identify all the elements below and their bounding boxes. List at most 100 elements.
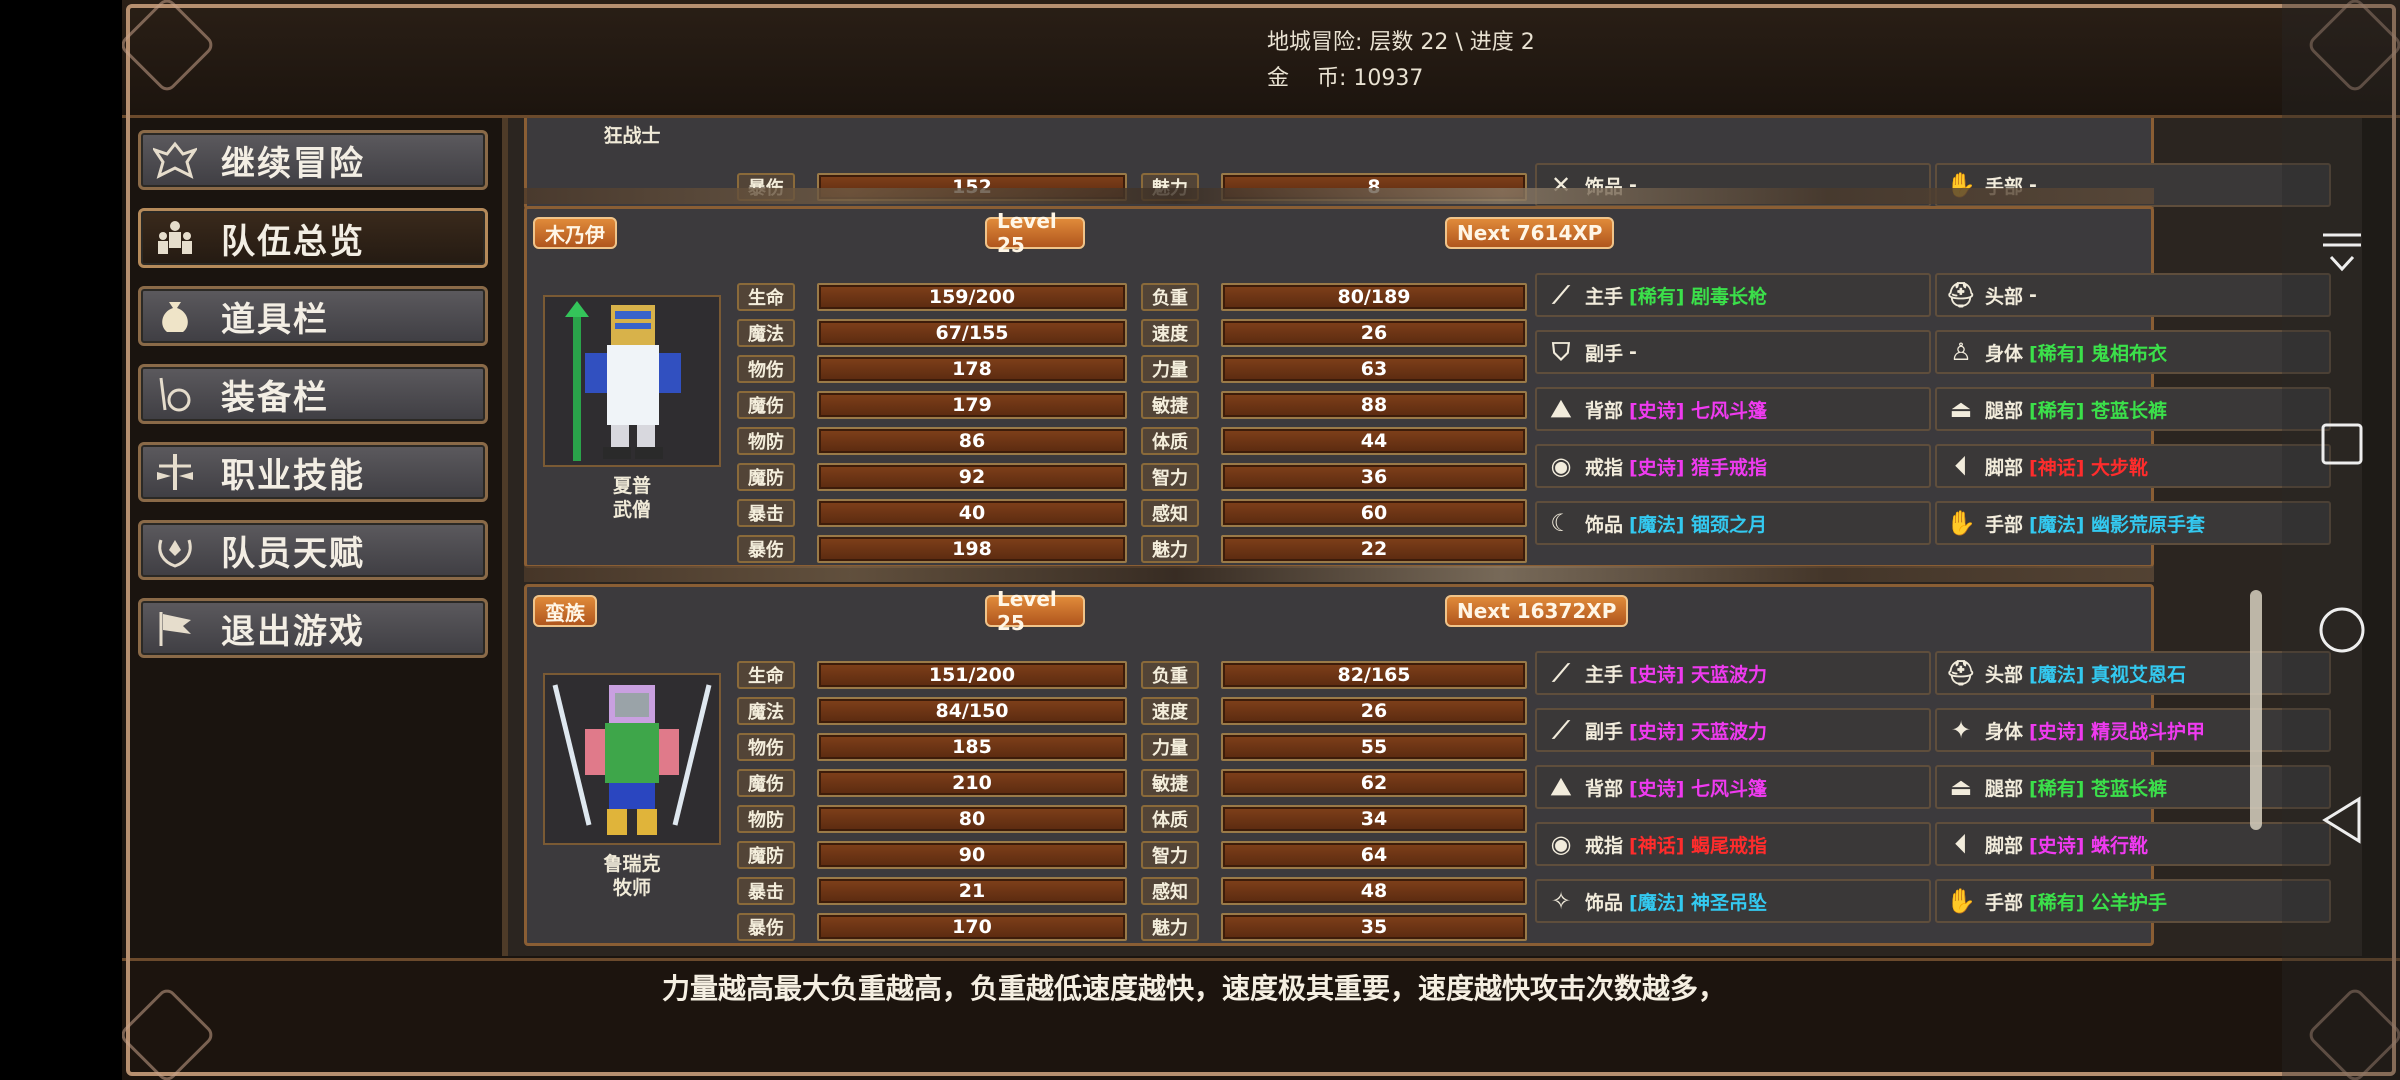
equip-slot-ring[interactable]: ◉ 戒指 [神话] 蝎尾戒指 bbox=[1535, 822, 1931, 866]
home-icon[interactable] bbox=[2312, 600, 2372, 660]
laurel-icon bbox=[147, 527, 203, 573]
next-xp-badge: Next 16372XP bbox=[1445, 595, 1629, 627]
equip-slot-feet[interactable]: ⏴ 脚部 [神话] 大步靴 bbox=[1935, 444, 2331, 488]
stat-value: 60 bbox=[1221, 499, 1527, 527]
menu-continue-adventure[interactable]: 继续冒险 bbox=[138, 130, 488, 190]
equip-slot-ring[interactable]: ◉ 戒指 [史诗] 猎手戒指 bbox=[1535, 444, 1931, 488]
stat-label: 智力 bbox=[1141, 841, 1199, 869]
stat-label: 魅力 bbox=[1141, 913, 1199, 941]
stat-label: 速度 bbox=[1141, 319, 1199, 347]
equip-slot-accessory[interactable]: ☾ 饰品 [魔法] 锢颈之月 bbox=[1535, 501, 1931, 545]
equip-slot-label: 主手 bbox=[1585, 285, 1624, 308]
equip-slot-label: 饰品 bbox=[1585, 513, 1624, 536]
equip-slot-label: 戒指 bbox=[1585, 456, 1624, 479]
menu-class-skills[interactable]: 职业技能 bbox=[138, 442, 488, 502]
stat-value: 84/150 bbox=[817, 697, 1127, 725]
spear-icon: ⟋ bbox=[1552, 281, 1570, 309]
character-portrait[interactable] bbox=[543, 295, 721, 467]
stat-label: 负重 bbox=[1141, 661, 1199, 689]
ring-icon: ◉ bbox=[1550, 452, 1572, 480]
stat-value: 63 bbox=[1221, 355, 1527, 383]
stat-value: 55 bbox=[1221, 733, 1527, 761]
menu-inventory[interactable]: 道具栏 bbox=[138, 286, 488, 346]
equip-slot-legs[interactable]: ⏏ 腿部 [稀有] 苍蓝长裤 bbox=[1935, 765, 2331, 809]
equip-slot-body[interactable]: ♙ 身体 [稀有] 鬼相布衣 bbox=[1935, 330, 2331, 374]
gameplay-tip: 力量越高最大负重越高，负重越低速度越快，速度极其重要，速度越快攻击次数越多， bbox=[662, 972, 1727, 1005]
back-icon[interactable] bbox=[2312, 790, 2372, 850]
equip-slot-back[interactable]: ⛰ 背部 [史诗] 七风斗篷 bbox=[1535, 387, 1931, 431]
divider bbox=[524, 566, 2154, 582]
character-class: 牧师 bbox=[612, 877, 651, 899]
equip-item: [史诗] 蛛行靴 bbox=[2029, 834, 2148, 857]
equip-slot-hands[interactable]: ✋ 手部 [稀有] 公羊护手 bbox=[1935, 879, 2331, 923]
stat-value: 92 bbox=[817, 463, 1127, 491]
stat-label: 力量 bbox=[1141, 355, 1199, 383]
pendant-icon: ✧ bbox=[1550, 887, 1572, 915]
stat-label: 魔伤 bbox=[737, 769, 795, 797]
equip-slot-off-hand[interactable]: ⛉ 副手 - bbox=[1535, 330, 1931, 374]
main-menu: 继续冒险 队伍总览 道具栏 装备栏 职业技能 队员天赋 退出游戏 bbox=[138, 130, 488, 676]
menu-party-overview[interactable]: 队伍总览 bbox=[138, 208, 488, 268]
notification-shade-icon[interactable] bbox=[2312, 224, 2372, 284]
equip-item: [史诗] 精灵战斗护甲 bbox=[2029, 720, 2205, 743]
stat-value: 35 bbox=[1221, 913, 1527, 941]
stat-value: 44 bbox=[1221, 427, 1527, 455]
equip-slot-main-hand[interactable]: ⟋ 主手 [稀有] 剧毒长枪 bbox=[1535, 273, 1931, 317]
next-xp-badge: Next 7614XP bbox=[1445, 217, 1615, 249]
stat-label: 感知 bbox=[1141, 877, 1199, 905]
equip-slot-body[interactable]: ✦ 身体 [史诗] 精灵战斗护甲 bbox=[1935, 708, 2331, 752]
stat-value: 34 bbox=[1221, 805, 1527, 833]
stat-value: 88 bbox=[1221, 391, 1527, 419]
character-class: 狂战士 bbox=[603, 125, 661, 147]
stat-value: 170 bbox=[817, 913, 1127, 941]
gold-counter: 金 币: 10937 bbox=[1267, 66, 1424, 91]
stat-label: 物防 bbox=[737, 805, 795, 833]
stat-value: 159/200 bbox=[817, 283, 1127, 311]
equip-slot-hands[interactable]: ✋ 手部 [魔法] 幽影荒原手套 bbox=[1935, 501, 2331, 545]
cloak-icon: ⛰ bbox=[1550, 773, 1572, 801]
equip-slot-legs[interactable]: ⏏ 腿部 [稀有] 苍蓝长裤 bbox=[1935, 387, 2331, 431]
menu-member-talents[interactable]: 队员天赋 bbox=[138, 520, 488, 580]
equip-slot-back[interactable]: ⛰ 背部 [史诗] 七风斗篷 bbox=[1535, 765, 1931, 809]
equip-slot-label: 手部 bbox=[1985, 891, 2024, 914]
equip-item: [神话] 大步靴 bbox=[2029, 456, 2148, 479]
party-overview-list[interactable]: 狂战士 暴伤 152 魅力 8 ✕ 饰品 - ✋ 手部 - 木乃伊 Level … bbox=[502, 118, 2362, 956]
equip-item: - bbox=[2029, 284, 2037, 306]
recent-apps-icon[interactable] bbox=[2312, 414, 2372, 474]
scrollbar[interactable] bbox=[2250, 590, 2262, 830]
stat-value: 80 bbox=[817, 805, 1127, 833]
equip-slot-label: 副手 bbox=[1585, 342, 1624, 365]
character-card: 木乃伊 Level 25 Next 7614XP 夏普 武僧 生命 159/20… bbox=[524, 206, 2331, 568]
equip-slot-head[interactable]: ⛑ 头部 [魔法] 真视艾恩石 bbox=[1935, 651, 2331, 695]
stat-label: 负重 bbox=[1141, 283, 1199, 311]
party-icon bbox=[147, 215, 203, 261]
equip-item: [史诗] 天蓝波力 bbox=[1629, 720, 1767, 743]
equip-slot-main-hand[interactable]: ⟋ 主手 [史诗] 天蓝波力 bbox=[1535, 651, 1931, 695]
equip-slot-feet[interactable]: ⏴ 脚部 [史诗] 蛛行靴 bbox=[1935, 822, 2331, 866]
game-screen: 地城冒险: 层数 22 \ 进度 2 金 币: 10937 继续冒险 队伍总览 … bbox=[122, 0, 2400, 1080]
blade-icon: ⟋ bbox=[1552, 716, 1570, 744]
equip-slot-label: 背部 bbox=[1585, 777, 1624, 800]
equip-item: [稀有] 鬼相布衣 bbox=[2029, 342, 2167, 365]
equip-item: [史诗] 七风斗篷 bbox=[1629, 777, 1767, 800]
character-portrait[interactable] bbox=[543, 673, 721, 845]
stat-value: 26 bbox=[1221, 697, 1527, 725]
gauntlet-icon: ✋ bbox=[1946, 887, 1976, 915]
stat-label: 暴击 bbox=[737, 877, 795, 905]
equip-slot-accessory[interactable]: ✧ 饰品 [魔法] 神圣吊坠 bbox=[1535, 879, 1931, 923]
level-badge: Level 25 bbox=[985, 209, 1085, 257]
equip-slot-label: 身体 bbox=[1985, 342, 2024, 365]
menu-exit-game[interactable]: 退出游戏 bbox=[138, 598, 488, 658]
equip-slot-off-hand[interactable]: ⟋ 副手 [史诗] 天蓝波力 bbox=[1535, 708, 1931, 752]
equip-item: [魔法] 幽影荒原手套 bbox=[2029, 513, 2205, 536]
equip-slot-label: 腿部 bbox=[1985, 399, 2024, 422]
stat-value: 82/165 bbox=[1221, 661, 1527, 689]
equip-slot-head[interactable]: ⛑ 头部 - bbox=[1935, 273, 2331, 317]
stat-label: 生命 bbox=[737, 661, 795, 689]
equip-item: [稀有] 剧毒长枪 bbox=[1629, 285, 1767, 308]
equip-slot-label: 身体 bbox=[1985, 720, 2024, 743]
menu-label: 退出游戏 bbox=[221, 611, 365, 652]
stat-label: 魔伤 bbox=[737, 391, 795, 419]
stat-value: 64 bbox=[1221, 841, 1527, 869]
menu-equipment[interactable]: 装备栏 bbox=[138, 364, 488, 424]
